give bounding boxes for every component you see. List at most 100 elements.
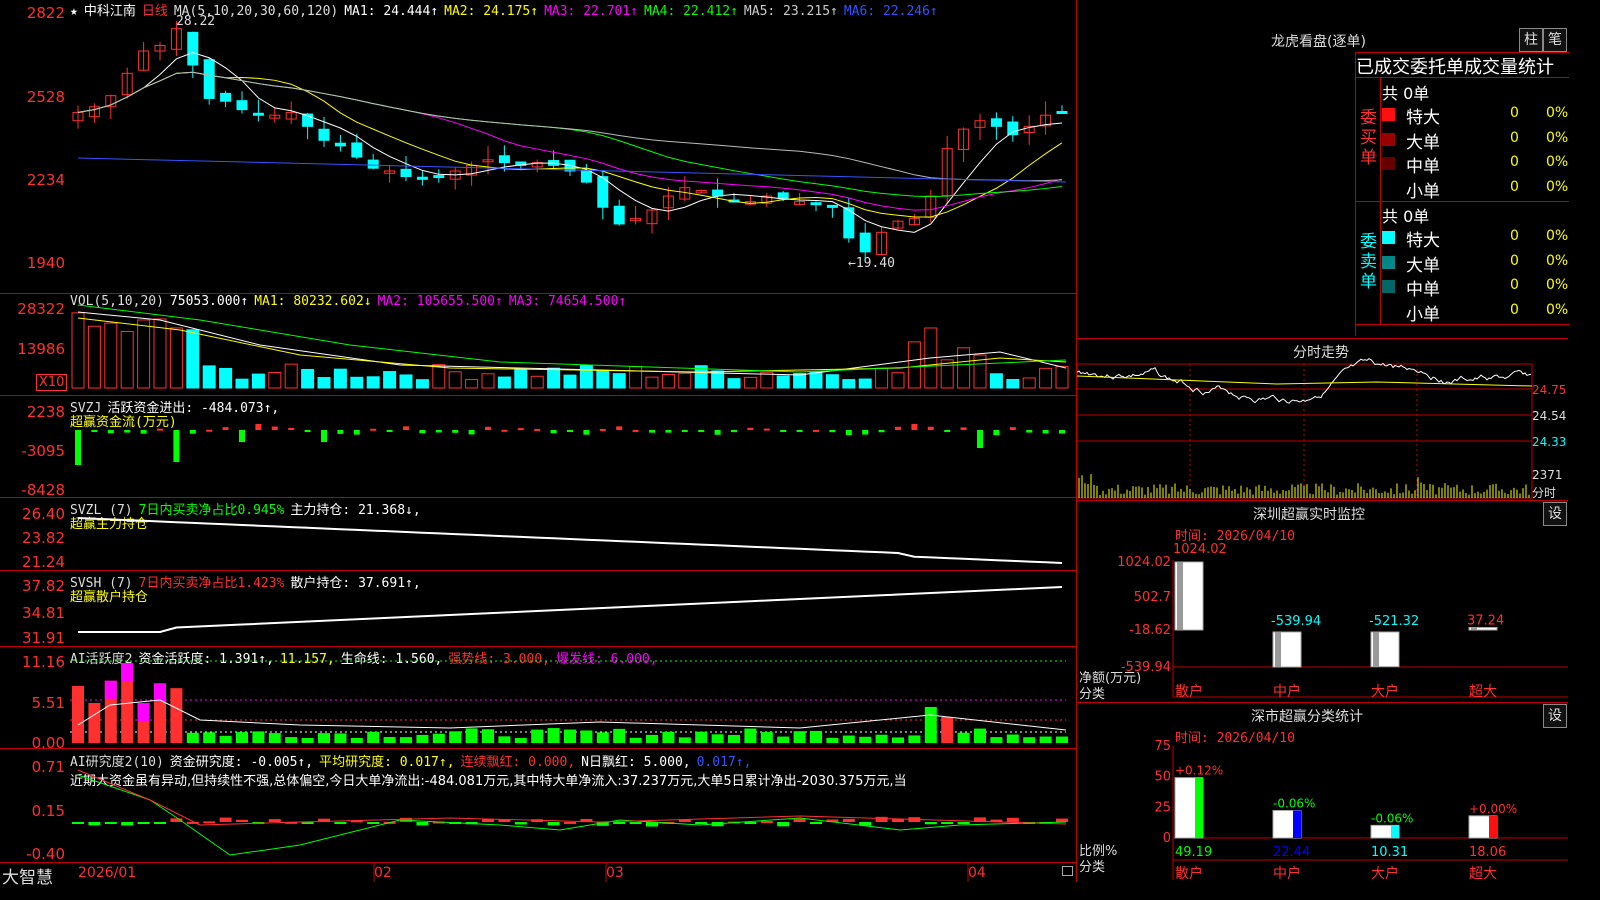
classify-bar-accent	[1195, 777, 1203, 838]
volume-bar	[202, 365, 216, 389]
order-count: 0	[1510, 228, 1519, 244]
tab-bar: 已成交委托单成交量统计	[1355, 52, 1569, 77]
order-count: 0	[1510, 178, 1519, 195]
research-bar	[334, 822, 347, 824]
candle	[318, 128, 330, 141]
fund-flow-bar	[140, 430, 147, 434]
fund-flow-bar	[485, 426, 491, 430]
volume-bar	[825, 374, 839, 389]
research-bar	[760, 821, 773, 824]
volume-bar	[793, 373, 807, 389]
activity-bar	[268, 733, 281, 743]
bar-mode-button[interactable]: 柱	[1519, 28, 1543, 52]
classify-value-label: 18.06	[1469, 845, 1506, 860]
activity-bar	[826, 737, 839, 743]
activity-bar	[711, 734, 724, 743]
fund-flow-bar	[1026, 430, 1033, 433]
fund-flow-bar	[714, 430, 721, 435]
activity-bar-top	[104, 680, 117, 699]
order-pct: 0%	[1546, 252, 1569, 269]
volume-bar	[317, 377, 331, 389]
activity-bar	[334, 733, 347, 743]
fund-flow-bar	[665, 430, 672, 433]
buy-total: 共 0单	[1382, 84, 1430, 103]
activity-bar	[793, 731, 806, 743]
volume-bar	[809, 371, 823, 389]
fund-flow-bar	[1042, 430, 1049, 434]
research-line	[77, 769, 1067, 826]
activity-bar	[646, 734, 658, 743]
activity-bar	[564, 729, 576, 743]
activity-bar	[88, 703, 101, 743]
order-type: 大单	[1406, 255, 1440, 276]
candle	[236, 100, 248, 111]
activity-bar	[432, 733, 445, 743]
monitor-value-label: 37.24	[1467, 614, 1504, 629]
tab-orders[interactable]: 委托单	[1410, 57, 1464, 77]
fund-flow-bar	[927, 426, 934, 430]
order-pct: 0%	[1546, 129, 1569, 146]
activity-bar	[318, 733, 330, 743]
monitor-tick-label: -18.62	[1129, 623, 1171, 638]
tab-executed[interactable]: 已成交	[1356, 57, 1410, 77]
sell-side-label: 委卖单	[1360, 232, 1377, 292]
candle	[826, 204, 838, 208]
tab-volume-stats[interactable]: 成交量统计	[1464, 57, 1554, 77]
research-bar	[875, 816, 888, 822]
volume-bar	[579, 364, 593, 389]
fund-flow-bar	[386, 430, 393, 432]
classify-category-label: 大户	[1371, 865, 1399, 882]
volume-bar	[875, 367, 889, 389]
research-bar	[72, 822, 84, 824]
monitor-tick-label: -539.94	[1121, 660, 1171, 675]
activity-bar	[728, 735, 740, 743]
activity-bar	[367, 731, 380, 743]
volume-bar	[907, 341, 921, 389]
research-bar	[203, 821, 216, 824]
candle	[1056, 111, 1068, 115]
candle	[400, 168, 412, 178]
research-bar	[777, 822, 790, 827]
research-bar	[613, 822, 626, 824]
fund-flow-bar	[124, 430, 131, 433]
candle	[498, 155, 510, 164]
research-bar	[514, 822, 527, 825]
volume-bar	[219, 367, 233, 389]
order-count: 0	[1510, 129, 1519, 146]
fund-flow-bar	[206, 429, 213, 432]
classify-bar-accent	[1391, 825, 1399, 838]
activity-bar	[810, 730, 822, 743]
activity-bar	[350, 737, 363, 743]
research-bar	[793, 818, 806, 822]
research-bar	[564, 821, 576, 824]
order-type: 大单	[1406, 132, 1440, 153]
activity-bar	[285, 737, 298, 743]
order-count: 0	[1510, 301, 1519, 318]
ma-line	[77, 52, 1063, 233]
volume-bar	[448, 371, 462, 389]
activity-bar	[219, 735, 232, 743]
activity-bar	[547, 728, 560, 743]
activity-bar	[203, 732, 216, 743]
candle	[580, 169, 592, 183]
monitor-category-label: 中户	[1273, 683, 1301, 700]
monitor-value-label: -539.94	[1271, 614, 1321, 629]
volume-bar	[612, 373, 626, 389]
research-bar	[1056, 818, 1068, 822]
volume-bar	[366, 376, 380, 389]
fund-flow-bar	[960, 427, 967, 430]
candle	[416, 176, 428, 180]
vol-ma-line	[77, 311, 1067, 376]
fund-flow-bar	[534, 428, 541, 431]
candle	[351, 142, 363, 158]
pen-mode-button[interactable]: 笔	[1543, 28, 1567, 52]
activity-bar	[613, 728, 626, 743]
fund-flow-bar	[337, 430, 344, 434]
volume-bar	[1055, 365, 1069, 389]
candle	[334, 142, 346, 147]
fund-flow-bar	[403, 426, 409, 430]
fund-flow-bar	[878, 430, 885, 433]
activity-bar	[236, 732, 248, 743]
fund-flow-bar	[353, 430, 360, 435]
monitor-tick-label: 502.7	[1134, 590, 1171, 605]
